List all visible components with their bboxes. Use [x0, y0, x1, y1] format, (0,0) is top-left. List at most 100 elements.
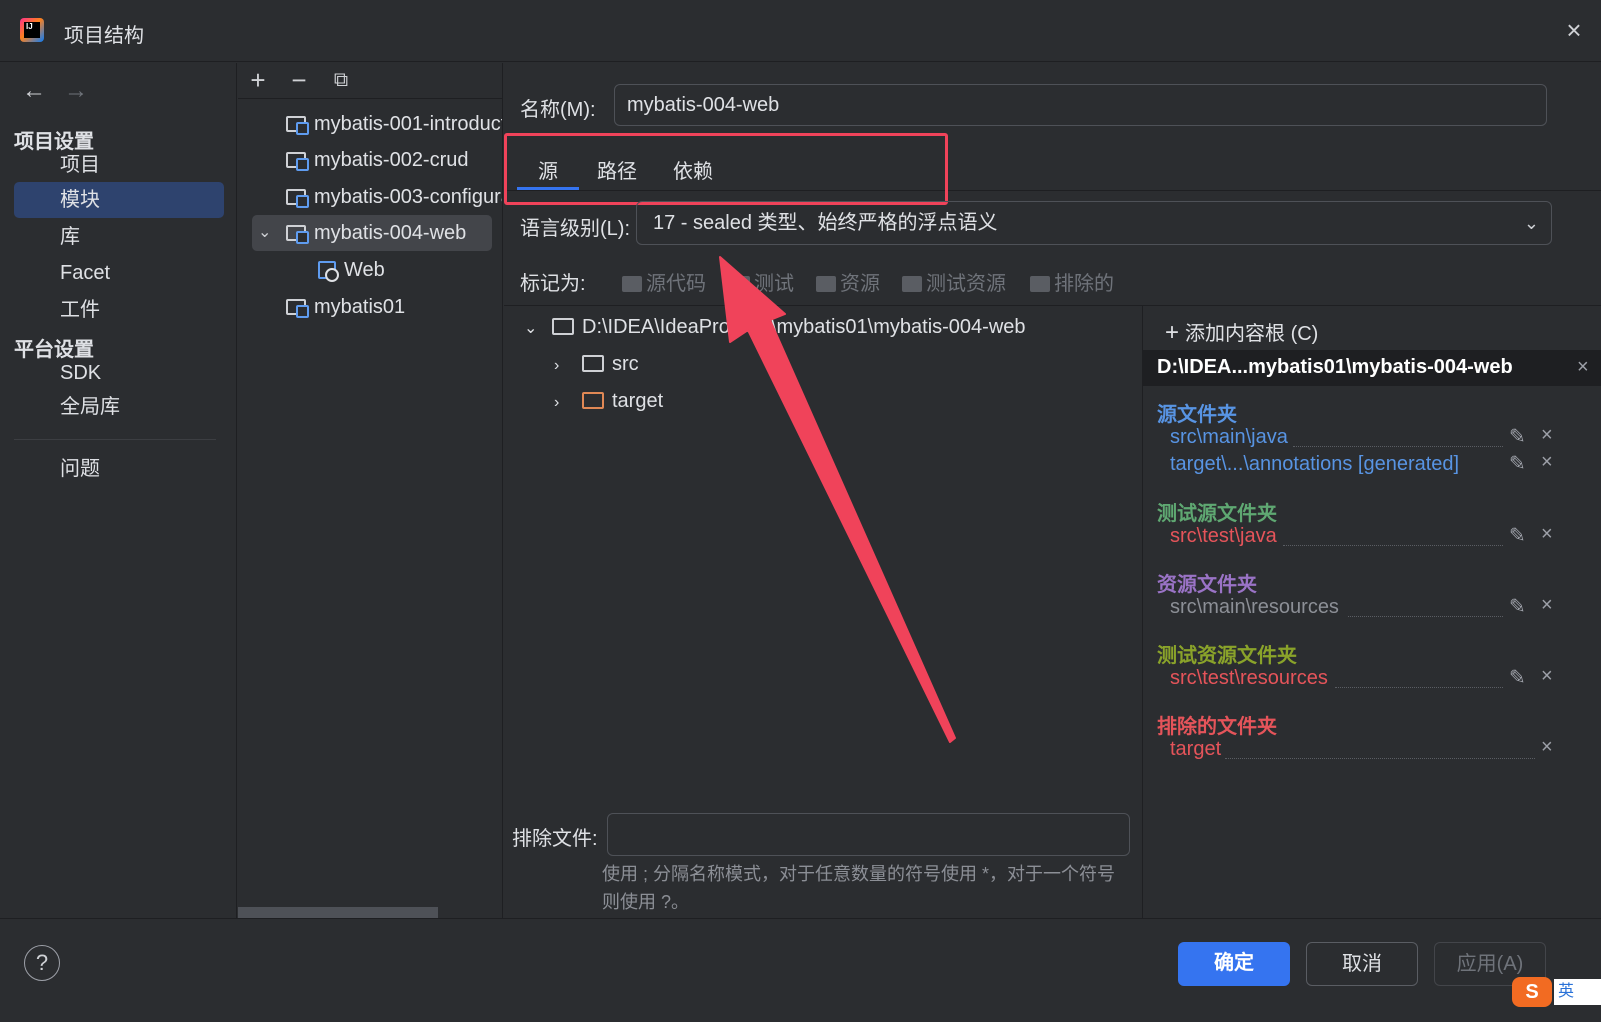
forward-arrow-icon[interactable]: → [64, 77, 88, 105]
nav-item-global-libraries[interactable]: 全局库 [14, 389, 224, 425]
facet-item-web[interactable]: Web [318, 252, 385, 288]
module-item[interactable]: mybatis01 [286, 289, 405, 325]
edit-icon[interactable]: ✎ [1509, 665, 1526, 690]
nav-item-artifacts[interactable]: 工件 [14, 292, 224, 328]
content-root-header: D:\IDEA...mybatis01\mybatis-004-web × [1143, 350, 1601, 386]
language-level-select[interactable]: 17 - sealed 类型、始终严格的浮点语义 ⌄ [636, 201, 1552, 245]
folder-icon [622, 276, 642, 292]
mark-resources-button[interactable]: 资源 [816, 267, 880, 296]
module-folder-icon [286, 189, 309, 208]
remove-icon[interactable]: × [1541, 523, 1553, 546]
add-icon: + [1165, 319, 1180, 346]
resource-folder-item: src\main\resources [1170, 596, 1339, 618]
ime-badge-icon: S [1512, 977, 1552, 1007]
test-source-folders-title: 测试源文件夹 [1157, 503, 1277, 525]
remove-root-icon[interactable]: × [1577, 356, 1589, 379]
add-content-root-button[interactable]: + 添加内容根 (C) [1165, 317, 1318, 347]
folder-icon [1030, 276, 1050, 292]
annotation-highlight-box [504, 133, 948, 205]
dotted-leader [1348, 616, 1503, 617]
remove-icon[interactable]: × [1541, 451, 1553, 474]
folder-icon [582, 355, 604, 372]
chevron-right-icon[interactable]: › [554, 394, 582, 412]
content-roots-panel: + 添加内容根 (C) D:\IDEA...mybatis01\mybatis-0… [1142, 305, 1601, 918]
tree-row-src[interactable]: › src [554, 353, 639, 376]
intellij-logo-icon: IJ [20, 18, 44, 42]
nav-item-problems[interactable]: 问题 [14, 451, 224, 487]
nav-item-facets[interactable]: Facet [14, 255, 224, 291]
module-folder-icon [286, 116, 309, 135]
remove-icon[interactable]: − [284, 65, 314, 97]
source-folders-title: 源文件夹 [1157, 404, 1237, 426]
mark-excluded-button[interactable]: 排除的 [1030, 267, 1114, 296]
folder-icon [552, 318, 574, 335]
mark-sources-button[interactable]: 源代码 [622, 267, 706, 296]
back-arrow-icon[interactable]: ← [22, 77, 46, 105]
content-root-path: D:\IDEA...mybatis01\mybatis-004-web [1157, 356, 1513, 378]
remove-icon[interactable]: × [1541, 594, 1553, 617]
chevron-right-icon[interactable]: › [554, 357, 582, 375]
window-title: 项目结构 [64, 25, 144, 47]
settings-nav: ← → 项目设置 项目 模块 库 Facet 工件 平台设置 SDK 全局库 问… [0, 63, 237, 918]
nav-item-libraries[interactable]: 库 [14, 219, 224, 255]
exclude-files-label: 排除文件: [512, 828, 598, 850]
module-toolbar: + − ⧉ [238, 63, 502, 99]
horizontal-scrollbar[interactable] [238, 907, 438, 918]
copy-icon[interactable]: ⧉ [326, 65, 356, 97]
web-facet-icon [318, 261, 339, 282]
source-folder-item: src\main\java [1170, 426, 1288, 448]
chevron-down-icon[interactable]: ⌄ [524, 318, 552, 338]
nav-item-modules[interactable]: 模块 [14, 182, 224, 218]
folder-icon [730, 276, 750, 292]
dotted-leader [1225, 758, 1535, 759]
excluded-folders-title: 排除的文件夹 [1157, 716, 1277, 738]
module-name-input[interactable]: mybatis-004-web [614, 84, 1547, 126]
tree-row-target[interactable]: › target [554, 390, 663, 413]
excluded-folder-icon [582, 392, 604, 409]
dotted-leader [1283, 545, 1503, 546]
chevron-down-icon[interactable]: ⌄ [258, 215, 271, 251]
excluded-folder-item: target [1170, 738, 1222, 760]
edit-icon[interactable]: ✎ [1509, 451, 1526, 476]
module-folder-icon [286, 152, 309, 171]
nav-divider [14, 439, 216, 440]
content-root-tree: ⌄ D:\IDEA\IdeaProjects\mybatis01\mybatis-… [504, 305, 1142, 775]
source-folder-item: target\...\annotations [generated] [1170, 453, 1460, 475]
remove-icon[interactable]: × [1541, 424, 1553, 447]
cancel-button[interactable]: 取消 [1306, 942, 1418, 986]
folder-icon [902, 276, 922, 292]
remove-icon[interactable]: × [1541, 736, 1553, 759]
edit-icon[interactable]: ✎ [1509, 594, 1526, 619]
folder-icon [816, 276, 836, 292]
module-item[interactable]: mybatis-003-configuration [286, 179, 502, 215]
edit-icon[interactable]: ✎ [1509, 523, 1526, 548]
nav-item-sdk[interactable]: SDK [14, 355, 224, 391]
add-icon[interactable]: + [243, 65, 273, 97]
exclude-files-input[interactable] [607, 813, 1130, 856]
dotted-leader [1335, 687, 1503, 688]
module-folder-icon [286, 299, 309, 318]
test-source-folder-item: src\test\java [1170, 525, 1277, 547]
exclude-hint: 使用 ; 分隔名称模式，对于任意数量的符号使用 *，对于一个符号则使用 ?。 [602, 864, 1116, 912]
test-resource-folder-item: src\test\resources [1170, 667, 1328, 689]
edit-icon[interactable]: ✎ [1509, 424, 1526, 449]
test-resource-folders-title: 测试资源文件夹 [1157, 645, 1297, 667]
module-item[interactable]: mybatis-002-crud [286, 142, 469, 178]
mark-tests-button[interactable]: 测试 [730, 267, 794, 296]
ime-mode-indicator: 英 [1554, 979, 1601, 1005]
title-bar: IJ 项目结构 × [0, 0, 1601, 62]
language-level-label: 语言级别(L): [520, 218, 630, 240]
module-item-selected[interactable]: ⌄ mybatis-004-web [252, 215, 492, 251]
tree-root-row[interactable]: ⌄ D:\IDEA\IdeaProjects\mybatis01\mybatis-… [524, 316, 1026, 339]
nav-item-project[interactable]: 项目 [14, 147, 224, 183]
remove-icon[interactable]: × [1541, 665, 1553, 688]
ok-button[interactable]: 确定 [1178, 942, 1290, 986]
module-editor: 名称(M): mybatis-004-web 源 路径 依赖 语言级别(L): … [504, 63, 1601, 918]
module-folder-icon [286, 225, 309, 244]
mark-test-resources-button[interactable]: 测试资源 [902, 267, 1006, 296]
mark-as-label: 标记为: [520, 273, 586, 295]
chevron-down-icon: ⌄ [1523, 213, 1539, 233]
module-item[interactable]: mybatis-001-introduction [286, 106, 502, 142]
close-icon[interactable]: × [1560, 16, 1588, 44]
help-icon[interactable]: ? [24, 945, 60, 981]
